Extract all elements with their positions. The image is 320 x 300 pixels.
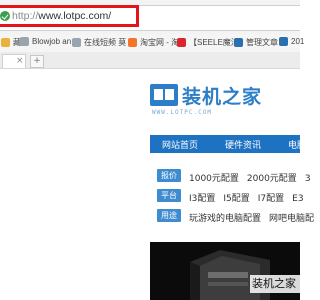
price-links-row: 1000元配置 2000元配置 3 [189, 171, 319, 184]
link-item[interactable]: I7配置 [258, 194, 284, 204]
link-item[interactable]: 1000元配置 [189, 174, 239, 184]
tab-strip: × + [0, 52, 300, 69]
usage-links-row: 玩游戏的电脑配置 网吧电脑配 [189, 211, 320, 224]
site-logo-domain: WWW.LOTPC.COM [152, 109, 212, 116]
link-item[interactable]: I5配置 [223, 194, 249, 204]
bookmark-icon [1, 38, 10, 47]
new-tab-button[interactable]: + [30, 55, 44, 68]
platform-links-row: I3配置 I5配置 I7配置 E3 [189, 191, 312, 204]
link-item[interactable]: 玩游戏的电脑配置 [189, 214, 261, 224]
close-tab-icon[interactable]: × [16, 56, 24, 66]
bookmark-item[interactable]: 藏 [1, 37, 21, 48]
highlight-annotation [0, 5, 139, 27]
bookmark-item[interactable]: 【SEELE魔法 [177, 37, 239, 48]
bookmark-item[interactable]: 在线短频 莫 [72, 37, 126, 48]
bookmark-label: 201 [291, 37, 305, 46]
row-tag-usage: 用途 [157, 209, 181, 222]
bookmark-label: 【SEELE魔法 [189, 38, 239, 47]
link-item[interactable]: 网吧电脑配 [269, 214, 314, 224]
bookmarks-bar: 藏 Blowjob an 在线短频 莫 淘宝网 - 淘 【SEELE魔法 管理文… [0, 34, 304, 53]
link-item[interactable]: 2000元配置 [247, 174, 297, 184]
page-icon [279, 37, 288, 46]
row-tag-platform: 平台 [157, 189, 181, 202]
jd-icon [177, 38, 186, 47]
link-item[interactable]: I3配置 [189, 194, 215, 204]
row-tag-price: 报价 [157, 169, 181, 182]
nav-item-hardware-news[interactable]: 硬件资讯 [225, 138, 261, 151]
nav-item-pc[interactable]: 电脑 [288, 138, 306, 151]
bookmark-label: 淘宝网 - 淘 [140, 38, 180, 47]
link-item[interactable]: E3 [292, 194, 303, 204]
page-icon [20, 37, 29, 46]
bookmark-label: 管理文章 [246, 38, 278, 47]
watermark-text: 装机之家 [250, 275, 308, 293]
site-logo-text[interactable]: 装机之家 [182, 82, 262, 109]
bookmark-item[interactable]: 淘宝网 - 淘 [128, 37, 179, 48]
nav-item-home[interactable]: 网站首页 [162, 138, 198, 151]
bookmark-item[interactable]: 201 [279, 37, 304, 46]
bookmark-item[interactable]: 管理文章 [234, 37, 278, 48]
bookmark-item[interactable]: Blowjob an [20, 37, 71, 46]
bookmark-label: 在线短频 莫 [84, 38, 127, 47]
taobao-icon [128, 38, 137, 47]
page-icon [72, 38, 81, 47]
wordpress-icon [234, 38, 243, 47]
site-logo-icon[interactable] [150, 84, 178, 106]
bookmark-label: Blowjob an [32, 37, 72, 46]
link-item[interactable]: 3 [305, 174, 311, 184]
site-nav-bar: 网站首页 硬件资讯 电脑 [150, 135, 306, 153]
browser-tab[interactable]: × [2, 54, 26, 68]
